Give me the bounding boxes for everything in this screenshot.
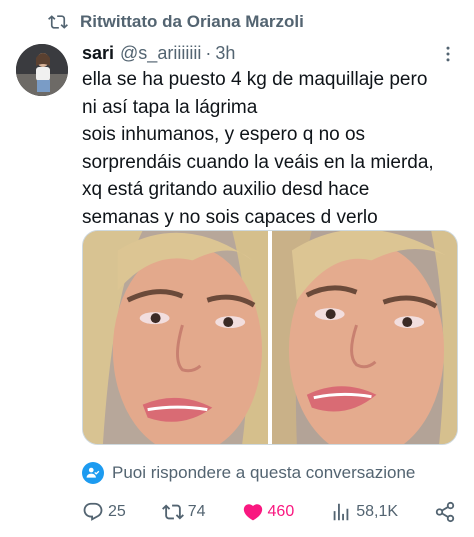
tweet-line: ella se ha puesto 4 kg de maquillaje per… [82,69,428,90]
more-options-icon[interactable] [438,44,458,64]
reply-icon [83,502,103,521]
separator-dot: · [205,42,212,63]
retweet-label: Ritwittato da Oriana Marzoli [80,12,304,31]
retweet-icon [161,504,184,520]
tweet-line: semanas y no sois capaces d verlo [82,206,378,228]
like-count: 460 [267,503,295,520]
avatar[interactable] [16,44,68,96]
views-count: 58,1K [356,503,399,520]
retweet-context[interactable]: Ritwittato da Oriana Marzoli [48,9,304,35]
like-button[interactable]: 460 [242,501,295,523]
tweet-line: xq está gritando auxilio desd hace [82,179,370,200]
tweet-media [82,230,458,445]
tweet-header: sari @s_ariiiiiii · 3h [82,40,460,66]
reply-count: 25 [108,503,126,520]
heart-icon [243,504,262,521]
reply-notice-text: Puoi rispondere a questa conversazione [112,463,416,482]
media-photo-2[interactable] [272,231,457,444]
tweet-actions: 25 74 460 58,1K [82,498,460,526]
retweet-button[interactable]: 74 [161,501,206,523]
retweet-icon [48,15,68,29]
retweet-count: 74 [187,503,206,520]
media-photo-1[interactable] [83,231,268,444]
author-name[interactable]: sari [82,43,114,64]
reply-button[interactable]: 25 [82,501,126,523]
share-button[interactable] [434,501,460,523]
tweet-text: ella se ha puesto 4 kg de maquillaje per… [82,66,467,231]
tweet-time[interactable]: 3h [215,43,235,64]
share-icon [435,501,455,523]
views-button[interactable]: 58,1K [330,501,398,523]
tweet-line: sorprendáis cuando la veáis en la mierda… [82,151,434,173]
author-handle[interactable]: @s_ariiiiiii [120,43,201,64]
tweet-line: ni así tapa la lágrima [82,96,258,118]
tweet-line: sois inhumanos, y espero q no os [82,124,366,145]
views-chart-icon [333,503,349,521]
person-check-icon [82,462,104,484]
reply-permission-notice: Puoi rispondere a questa conversazione [82,459,415,487]
